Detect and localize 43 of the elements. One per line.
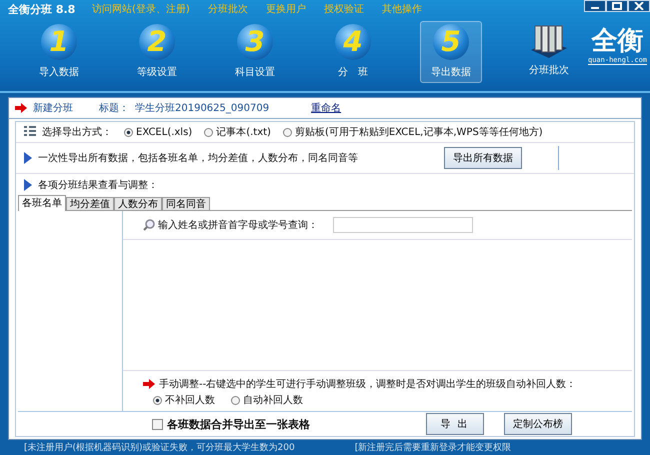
minimize-button[interactable] — [584, 0, 606, 12]
batch-button[interactable]: 分班批次 — [514, 21, 584, 83]
step-button[interactable]: 4 分 班 — [304, 21, 402, 83]
export-all-button[interactable]: 导出所有数据 — [444, 147, 522, 169]
arrow-icon — [15, 103, 27, 113]
format-radio[interactable]: 剪贴板(可用于粘贴到EXCEL,记事本,WPS等等任何地方) — [282, 125, 543, 139]
app-title: 全衡分班 8.8 — [8, 2, 76, 16]
maximize-icon — [612, 2, 622, 10]
search-icon — [143, 219, 155, 231]
merge-checkbox[interactable]: 各班数据合并导出至一张表格 — [152, 416, 310, 432]
export-all-text: 一次性导出所有数据，包括各班名单，均分差值，人数分布，同名同音等 — [38, 152, 358, 165]
list-icon — [24, 126, 36, 138]
step-button[interactable]: 2 等级设置 — [108, 21, 206, 83]
title-value: 学生分班20190625_090709 — [135, 102, 270, 115]
tab[interactable]: 均分差值 — [66, 197, 114, 210]
step-button[interactable]: 1 导入数据 — [10, 21, 108, 83]
tab[interactable]: 人数分布 — [114, 197, 162, 210]
close-icon — [634, 2, 644, 10]
tab[interactable]: 同名同音 — [162, 197, 210, 210]
triangle-icon — [24, 179, 32, 191]
rename-link[interactable]: 重命名 — [311, 101, 342, 115]
adjust-radio[interactable]: 自动补回人数 — [231, 393, 303, 407]
manual-adjust-text: 手动调整--右键选中的学生可进行手动调整班级，调整时是否对调出学生的班级自动补回人数： — [159, 378, 576, 391]
status-text: [未注册用户(根据机器码识别)或验证失败，可分班最大学生数为200 — [24, 442, 295, 454]
maximize-button[interactable] — [606, 0, 628, 12]
search-field[interactable] — [333, 217, 473, 233]
export-format-label: 选择导出方式： — [42, 126, 112, 139]
format-radio[interactable]: EXCEL(.xls) — [124, 126, 192, 138]
title-label: 标题： — [99, 102, 129, 115]
results-heading: 各项分班结果查看与调整： — [38, 178, 158, 192]
adjust-radio[interactable]: 不补回人数 — [153, 393, 215, 407]
format-radio[interactable]: 记事本(.txt) — [204, 125, 271, 139]
step-button[interactable]: 3 科目设置 — [206, 21, 304, 83]
close-button[interactable] — [628, 0, 650, 12]
status-text: [新注册完后需要重新登录才能变更权限 — [354, 442, 512, 454]
triangle-icon — [24, 152, 32, 164]
tab[interactable]: 各班名单 — [18, 195, 66, 211]
info-heading: 新建分班 — [33, 102, 73, 115]
arrow-icon — [143, 379, 155, 389]
action-button[interactable]: 定制公布榜 — [504, 413, 572, 435]
step-button[interactable]: 5 导出数据 — [420, 21, 482, 83]
search-label: 输入姓名或拼音首字母或学号查询： — [158, 218, 318, 232]
action-button[interactable]: 导 出 — [426, 413, 484, 435]
